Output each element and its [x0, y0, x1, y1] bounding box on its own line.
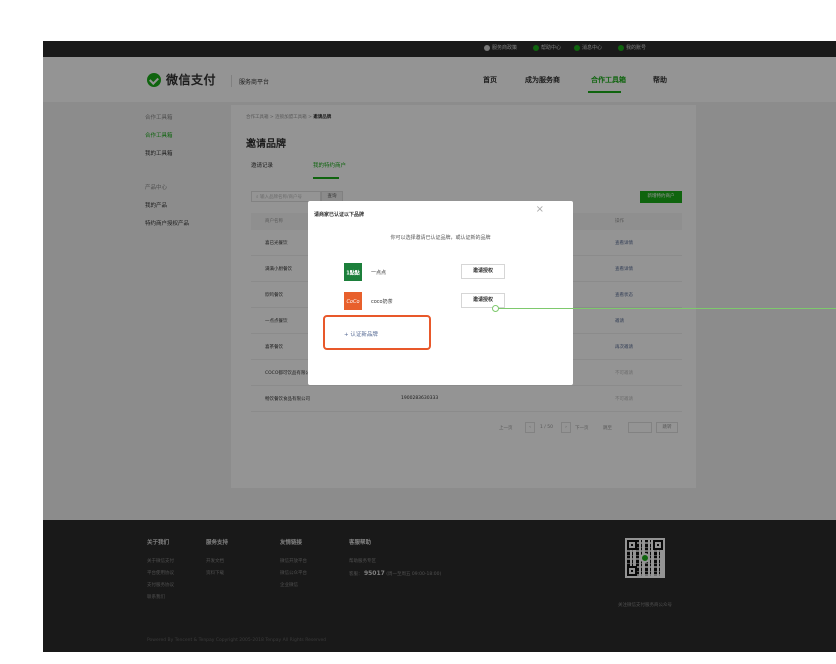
invite-authorize-button[interactable]: 邀请授权 [461, 264, 505, 279]
brand-item-yidiandian: 1點點 一点点 邀请授权 [344, 263, 544, 283]
brand-item-coco: CoCo coco奶茶 邀请授权 [344, 292, 544, 312]
brand-name: 一点点 [371, 270, 387, 276]
coco-logo-text: CoCo [346, 299, 359, 305]
dialog-subtitle: 你可以选择邀请已认证品牌，或认证新的品牌 [390, 235, 491, 241]
close-icon[interactable]: × [536, 205, 544, 215]
yidiandian-logo-text: 1點點 [346, 270, 359, 277]
invite-brand-dialog: 请商家已认证以下品牌 × 你可以选择邀请已认证品牌，或认证新的品牌 1點點 一点… [308, 201, 573, 385]
coco-logo-icon: CoCo [344, 292, 362, 310]
dialog-title: 请商家已认证以下品牌 [314, 212, 365, 218]
brand-name: coco奶茶 [371, 299, 393, 305]
yidiandian-logo-icon: 1點點 [344, 263, 362, 281]
annotation-line [495, 308, 836, 309]
highlight-box [323, 315, 431, 350]
annotation-dot [492, 305, 499, 312]
